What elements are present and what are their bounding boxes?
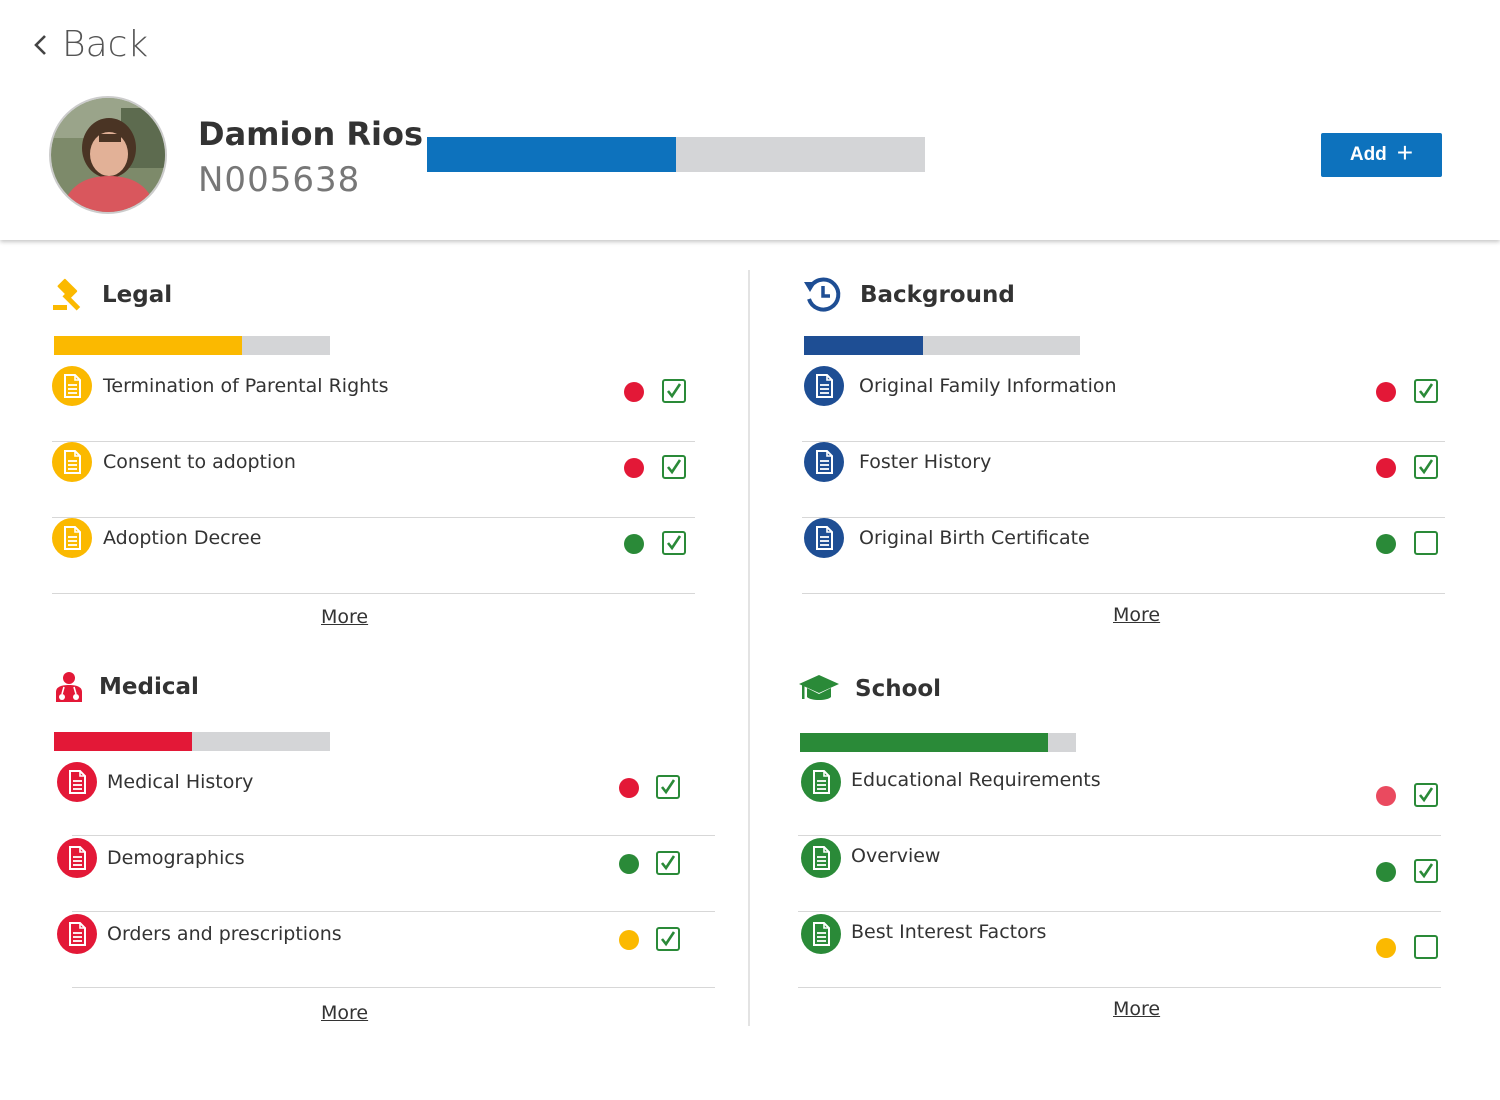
status-dot bbox=[619, 778, 639, 798]
document-icon bbox=[801, 914, 841, 954]
list-item-label: Termination of Parental Rights bbox=[103, 375, 389, 397]
status-dot bbox=[624, 534, 644, 554]
checked-checkbox[interactable] bbox=[656, 927, 680, 951]
document-icon bbox=[52, 442, 92, 482]
more-link[interactable]: More bbox=[1113, 998, 1160, 1020]
list-item-label: Original Family Information bbox=[859, 375, 1117, 397]
add-button-label: Add bbox=[1349, 144, 1387, 165]
list-item[interactable]: Original Birth Certificate bbox=[802, 518, 1445, 594]
list-item-label: Adoption Decree bbox=[103, 527, 262, 549]
status-dot bbox=[619, 854, 639, 874]
list-item[interactable]: Original Family Information bbox=[802, 366, 1445, 442]
checked-checkbox[interactable] bbox=[662, 531, 686, 555]
document-icon bbox=[57, 762, 97, 802]
document-icon bbox=[804, 366, 844, 406]
list-item[interactable]: Medical History bbox=[57, 760, 715, 836]
status-dot bbox=[1376, 862, 1396, 882]
status-dot bbox=[1376, 534, 1396, 554]
document-icon bbox=[804, 442, 844, 482]
back-button[interactable]: Back bbox=[30, 24, 148, 65]
status-dot bbox=[624, 458, 644, 478]
list-item[interactable]: Demographics bbox=[57, 836, 715, 912]
overall-progress-fill bbox=[427, 137, 676, 172]
list-item-label: Best Interest Factors bbox=[851, 921, 1047, 943]
unchecked-checkbox[interactable] bbox=[1414, 935, 1438, 959]
list-item[interactable]: Educational Requirements bbox=[798, 760, 1441, 836]
list-item-label: Overview bbox=[851, 845, 941, 867]
section-progress-bar bbox=[54, 336, 330, 355]
list-item-label: Medical History bbox=[107, 771, 254, 793]
profile-header: Back Damion Rios N005638 Add + bbox=[0, 0, 1500, 240]
list-item[interactable]: Overview bbox=[798, 836, 1441, 912]
section-progress-fill bbox=[54, 336, 242, 355]
doctor-icon bbox=[56, 672, 82, 702]
checked-checkbox[interactable] bbox=[1414, 859, 1438, 883]
checked-checkbox[interactable] bbox=[656, 775, 680, 799]
document-icon bbox=[52, 366, 92, 406]
list-item-label: Foster History bbox=[859, 451, 992, 473]
section-medical: Medical Medical History Demographics Order… bbox=[52, 670, 715, 1030]
status-dot bbox=[619, 930, 639, 950]
document-icon bbox=[57, 914, 97, 954]
section-school: School Educational Requirements Overview B… bbox=[798, 672, 1441, 1032]
list-item-label: Demographics bbox=[107, 847, 245, 869]
section-progress-bar bbox=[54, 732, 330, 751]
section-title: Background bbox=[860, 282, 1015, 308]
list-item[interactable]: Adoption Decree bbox=[52, 518, 695, 594]
graduation-cap-icon bbox=[799, 675, 839, 700]
document-icon bbox=[801, 762, 841, 802]
gavel-icon bbox=[53, 278, 81, 311]
section-progress-fill bbox=[54, 732, 192, 751]
more-link[interactable]: More bbox=[321, 606, 368, 628]
status-dot bbox=[1376, 458, 1396, 478]
more-link[interactable]: More bbox=[321, 1002, 368, 1024]
profile-id: N005638 bbox=[198, 160, 361, 200]
avatar bbox=[49, 96, 167, 214]
plus-icon: + bbox=[1396, 137, 1414, 168]
document-icon bbox=[804, 518, 844, 558]
history-icon bbox=[804, 277, 841, 312]
back-label: Back bbox=[62, 24, 149, 65]
section-title: Legal bbox=[102, 282, 173, 308]
list-item-label: Educational Requirements bbox=[851, 769, 1101, 791]
more-link[interactable]: More bbox=[1113, 604, 1160, 626]
column-divider bbox=[748, 270, 750, 1026]
section-title: School bbox=[855, 676, 942, 702]
section-progress-fill bbox=[800, 733, 1049, 752]
status-dot bbox=[1376, 938, 1396, 958]
document-icon bbox=[801, 838, 841, 878]
status-dot bbox=[1376, 786, 1396, 806]
list-item[interactable]: Foster History bbox=[802, 442, 1445, 518]
list-item-label: Consent to adoption bbox=[103, 451, 296, 473]
list-item[interactable]: Termination of Parental Rights bbox=[52, 366, 695, 442]
section-progress-fill bbox=[804, 336, 923, 355]
section-background: Background Original Family Information Fo… bbox=[802, 274, 1445, 634]
overall-progress-bar bbox=[427, 137, 925, 172]
document-icon bbox=[52, 518, 92, 558]
checked-checkbox[interactable] bbox=[662, 455, 686, 479]
section-title: Medical bbox=[99, 674, 199, 700]
list-item[interactable]: Orders and prescriptions bbox=[57, 912, 715, 988]
add-button[interactable]: Add + bbox=[1321, 133, 1442, 177]
list-item-label: Original Birth Certificate bbox=[859, 527, 1090, 549]
unchecked-checkbox[interactable] bbox=[1414, 531, 1438, 555]
list-item[interactable]: Best Interest Factors bbox=[798, 912, 1441, 988]
checked-checkbox[interactable] bbox=[1414, 455, 1438, 479]
checked-checkbox[interactable] bbox=[1414, 379, 1438, 403]
section-legal: Legal Termination of Parental Rights Cons… bbox=[52, 278, 695, 638]
status-dot bbox=[624, 382, 644, 402]
profile-name: Damion Rios bbox=[198, 115, 424, 153]
document-icon bbox=[57, 838, 97, 878]
chevron-left-icon bbox=[34, 34, 46, 55]
checked-checkbox[interactable] bbox=[656, 851, 680, 875]
list-item-label: Orders and prescriptions bbox=[107, 923, 342, 945]
checked-checkbox[interactable] bbox=[662, 379, 686, 403]
checked-checkbox[interactable] bbox=[1414, 783, 1438, 807]
section-progress-bar bbox=[804, 336, 1080, 355]
list-item[interactable]: Consent to adoption bbox=[52, 442, 695, 518]
status-dot bbox=[1376, 382, 1396, 402]
section-progress-bar bbox=[800, 733, 1076, 752]
